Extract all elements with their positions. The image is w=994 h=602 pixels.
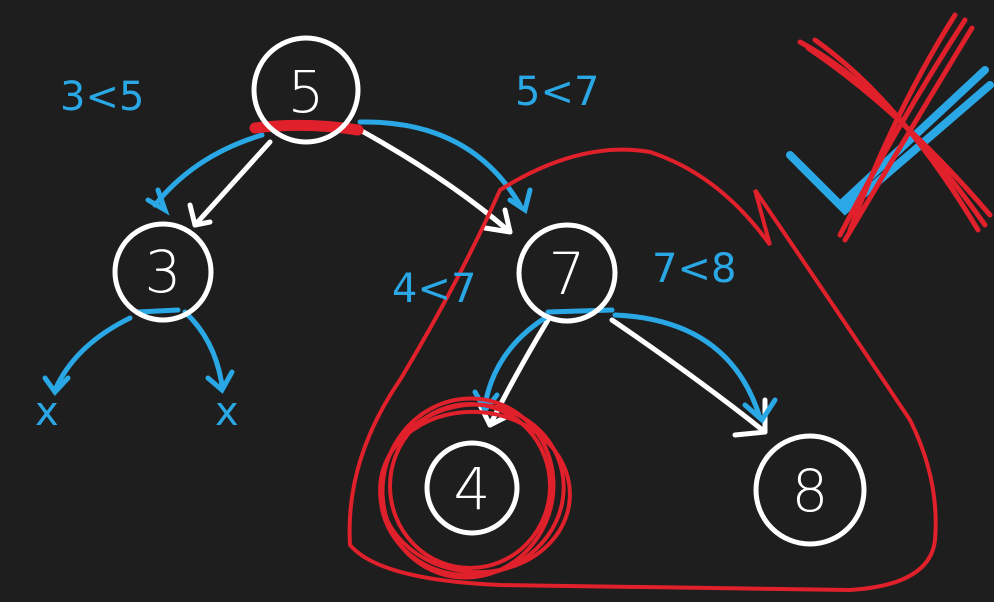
diagram-svg: 5 3 7 4 8 3<5 5<7 4<7 7<8 x x	[35, 12, 994, 593]
edge-5-3	[192, 139, 273, 228]
annotation-4-lt-7: 4<7	[392, 266, 476, 312]
underline-3	[135, 307, 181, 315]
red-x-icon	[797, 12, 993, 243]
blue-arrow-7-4	[482, 315, 548, 408]
bst-diagram: 5 3 7 4 8 3<5 5<7 4<7 7<8 x x	[0, 0, 994, 602]
node-right-left-label: 4	[454, 455, 491, 523]
node-left-label: 3	[145, 238, 182, 306]
underline-7	[545, 307, 615, 315]
annotation-7-lt-8: 7<8	[652, 246, 736, 292]
node-right-label: 7	[549, 240, 586, 308]
annotation-3-lt-5: 3<5	[60, 74, 144, 120]
blue-arrow-3-right	[182, 309, 225, 388]
node-root-label: 5	[288, 58, 325, 126]
null-child-left: x	[35, 389, 59, 435]
annotation-5-lt-7: 5<7	[515, 69, 599, 115]
node-right-right-label: 8	[792, 457, 829, 525]
blue-arrow-5-7	[357, 119, 523, 208]
null-child-right: x	[215, 389, 239, 435]
blue-arrow-7-8	[612, 312, 763, 421]
